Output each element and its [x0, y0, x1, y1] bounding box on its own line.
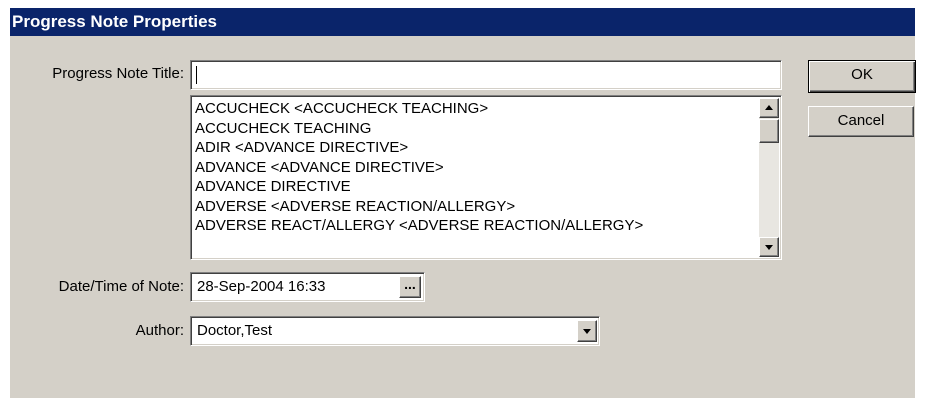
progress-note-title-listbox[interactable]: ACCUCHECK <ACCUCHECK TEACHING> ACCUCHECK … [190, 95, 782, 260]
scroll-up-button[interactable] [759, 98, 779, 118]
title-list-item[interactable]: ADVANCE DIRECTIVE [195, 177, 745, 197]
chevron-down-icon [583, 329, 591, 334]
title-list-item[interactable]: ADVERSE <ADVERSE REACTION/ALLERGY> [195, 197, 745, 217]
progress-note-title-label: Progress Note Title: [52, 65, 184, 82]
title-list-items: ACCUCHECK <ACCUCHECK TEACHING> ACCUCHECK … [195, 99, 745, 236]
date-picker-button[interactable]: ... [399, 276, 421, 298]
progress-note-properties-dialog: Progress Note Properties Progress Note T… [10, 8, 916, 398]
ok-button[interactable]: OK [808, 60, 916, 93]
progress-note-title-input[interactable] [190, 60, 782, 90]
dialog-title-bar: Progress Note Properties [10, 8, 915, 36]
date-time-field[interactable]: 28-Sep-2004 16:33 ... [190, 272, 425, 302]
up-arrow-icon [765, 105, 773, 110]
title-list-item[interactable]: ADIR <ADVANCE DIRECTIVE> [195, 138, 745, 158]
scrollbar-thumb[interactable] [759, 119, 779, 143]
text-caret [196, 66, 197, 84]
title-list-item[interactable]: ACCUCHECK TEACHING [195, 119, 745, 139]
author-value: Doctor,Test [197, 322, 273, 339]
cancel-button[interactable]: Cancel [808, 106, 914, 137]
author-combobox[interactable]: Doctor,Test [190, 316, 600, 346]
date-time-value: 28-Sep-2004 16:33 [197, 278, 326, 295]
title-list-item[interactable]: ACCUCHECK <ACCUCHECK TEACHING> [195, 99, 745, 119]
title-list-item[interactable]: ADVERSE REACT/ALLERGY <ADVERSE REACTION/… [195, 216, 745, 236]
scroll-down-button[interactable] [759, 237, 779, 257]
author-label: Author: [135, 322, 184, 339]
title-list-item[interactable]: ADVANCE <ADVANCE DIRECTIVE> [195, 158, 745, 178]
date-time-label: Date/Time of Note: [58, 278, 184, 295]
dialog-title: Progress Note Properties [12, 12, 218, 31]
author-dropdown-button[interactable] [577, 320, 597, 342]
down-arrow-icon [765, 245, 773, 250]
listbox-scrollbar[interactable] [759, 98, 779, 257]
